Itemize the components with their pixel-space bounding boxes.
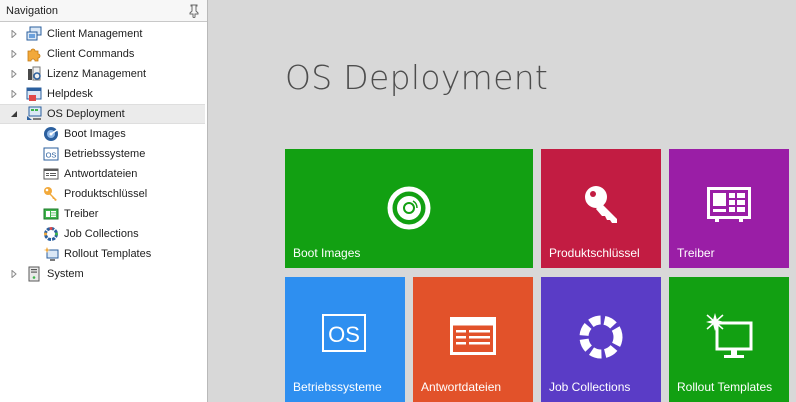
tree-item-job-collections[interactable]: Job Collections: [0, 224, 207, 244]
tile-antwortdateien[interactable]: Antwortdateien: [413, 277, 533, 402]
tree-item-rollout-templates[interactable]: Rollout Templates: [0, 244, 207, 264]
tile-label: Boot Images: [293, 246, 361, 260]
tree-item-label: Produktschlüssel: [64, 188, 148, 200]
driver-icon: [43, 206, 59, 222]
tree-item-label: Job Collections: [64, 228, 139, 240]
navigation-header: Navigation: [0, 0, 207, 22]
tree-item-label: Rollout Templates: [64, 248, 152, 260]
page-title: OS Deployment: [285, 58, 549, 97]
tree-item-label: Client Commands: [47, 48, 135, 60]
client-management-icon: [26, 26, 42, 42]
pin-icon[interactable]: [187, 4, 201, 18]
key-icon: [43, 186, 59, 202]
tile-label: Rollout Templates: [677, 380, 773, 394]
driver-icon: [707, 187, 751, 223]
collapse-arrow-icon[interactable]: [9, 109, 19, 119]
tile-label: Antwortdateien: [421, 380, 502, 394]
tree-item-boot-images[interactable]: Boot Images: [0, 124, 207, 144]
rollout-templates-icon: [43, 246, 59, 262]
tree-item-label: Antwortdateien: [64, 168, 138, 180]
answer-files-icon: [450, 317, 496, 355]
rollout-templates-icon: [705, 313, 755, 359]
tree-item-client-commands[interactable]: Client Commands: [0, 44, 207, 64]
disc-icon: [387, 186, 431, 230]
job-collections-icon: [578, 314, 624, 360]
tree-item-system[interactable]: System: [0, 264, 207, 284]
tree-item-lizenz-management[interactable]: Lizenz Management: [0, 64, 207, 84]
tile-job-collections[interactable]: Job Collections: [541, 277, 661, 402]
tree-item-label: Helpdesk: [47, 88, 93, 100]
tree-item-helpdesk[interactable]: Helpdesk: [0, 84, 207, 104]
os-icon: OS: [43, 146, 59, 162]
navigation-tree: Client Management Client Commands Lizenz…: [0, 22, 207, 284]
tile-label: Job Collections: [549, 380, 631, 394]
key-icon: [579, 183, 623, 227]
tree-item-produktschluessel[interactable]: Produktschlüssel: [0, 184, 207, 204]
os-deployment-icon: [26, 106, 42, 122]
tile-label: Betriebssysteme: [293, 380, 382, 394]
navigation-title: Navigation: [6, 4, 58, 17]
expand-arrow-icon[interactable]: [9, 269, 19, 279]
svg-text:OS: OS: [46, 151, 57, 160]
tile-treiber[interactable]: Treiber: [669, 149, 789, 268]
tree-item-betriebssysteme[interactable]: OS Betriebssysteme: [0, 144, 207, 164]
system-icon: [26, 266, 42, 282]
tree-item-treiber[interactable]: Treiber: [0, 204, 207, 224]
tile-label: Produktschlüssel: [549, 246, 640, 260]
tree-item-label: Lizenz Management: [47, 68, 147, 80]
expand-arrow-icon[interactable]: [9, 49, 19, 59]
tree-item-label: OS Deployment: [47, 108, 125, 120]
helpdesk-icon: [26, 86, 42, 102]
boot-images-icon: [43, 126, 59, 142]
expand-arrow-icon[interactable]: [9, 69, 19, 79]
svg-text:OS: OS: [328, 322, 360, 347]
tile-betriebssysteme[interactable]: OS Betriebssysteme: [285, 277, 405, 402]
main-content: OS Deployment Boot Images Produktschlüss…: [208, 0, 796, 402]
tile-label: Treiber: [677, 246, 715, 260]
tree-item-label: System: [47, 268, 84, 280]
license-icon: [26, 66, 42, 82]
tree-item-client-management[interactable]: Client Management: [0, 24, 207, 44]
tree-item-label: Boot Images: [64, 128, 126, 140]
tree-item-antwortdateien[interactable]: Antwortdateien: [0, 164, 207, 184]
tile-produktschluessel[interactable]: Produktschlüssel: [541, 149, 661, 268]
os-icon: OS: [322, 314, 366, 352]
answer-files-icon: [43, 166, 59, 182]
tree-item-os-deployment[interactable]: OS Deployment: [0, 104, 205, 124]
tile-rollout-templates[interactable]: Rollout Templates: [669, 277, 789, 402]
tree-item-label: Client Management: [47, 28, 143, 40]
expand-arrow-icon[interactable]: [9, 29, 19, 39]
tree-item-label: Treiber: [64, 208, 99, 220]
tree-item-label: Betriebssysteme: [64, 148, 146, 160]
tile-boot-images[interactable]: Boot Images: [285, 149, 533, 268]
job-collections-icon: [43, 226, 59, 242]
puzzle-icon: [26, 46, 42, 62]
expand-arrow-icon[interactable]: [9, 89, 19, 99]
navigation-panel: Navigation Client Management Client Comm…: [0, 0, 208, 402]
